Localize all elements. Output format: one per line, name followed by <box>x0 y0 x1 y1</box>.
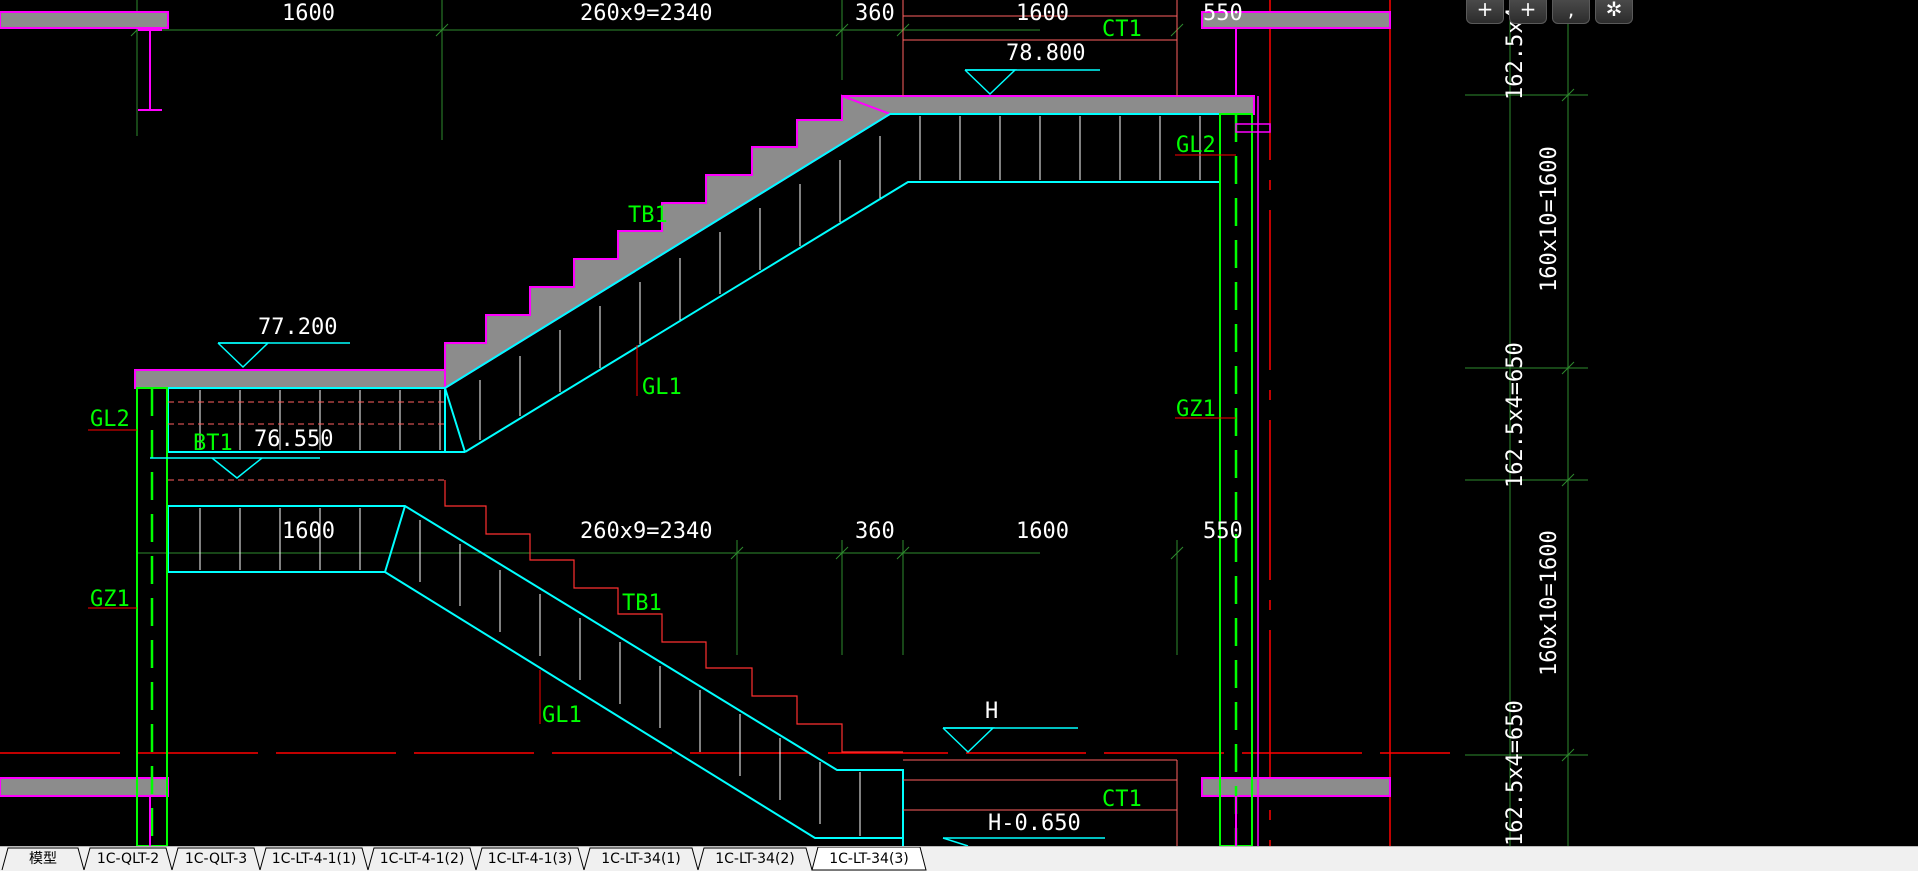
mid-dim-5: 550 <box>1203 519 1243 544</box>
label-gl2-left: GL2 <box>90 407 130 432</box>
mid-dim-1: 1600 <box>282 519 335 544</box>
right-dim-2: 160x10=1600 <box>1537 146 1562 292</box>
member-labels: CT1 GL2 TB1 GL1 GZ1 GL2 BT1 TB1 GZ1 GL1 … <box>90 17 1216 812</box>
elevation-texts: 78.800 77.200 76.550 H H-0.650 <box>254 41 1085 836</box>
pan-button[interactable]: + <box>1509 0 1547 24</box>
stair-section-drawing: 1600 260x9=2340 360 1600 550 1600 260x9=… <box>0 0 1588 846</box>
drawing-canvas[interactable]: 1600 260x9=2340 360 1600 550 1600 260x9=… <box>0 0 1918 846</box>
elevation-landing: 77.200 <box>258 315 337 340</box>
layout-tab-bar: 模型 1C-QLT-2 1C-QLT-3 1C-LT-4-1(1) 1C-LT-… <box>0 846 1918 871</box>
elevation-markers <box>150 69 1105 846</box>
top-dim-4: 1600 <box>1016 1 1069 26</box>
view-toolbar: + + , ✲ <box>1466 0 1633 24</box>
elevation-upper: 78.800 <box>1006 41 1085 66</box>
gear-icon: ✲ <box>1605 0 1623 21</box>
upper-stair-flight <box>444 94 893 390</box>
label-gz1-right: GZ1 <box>1176 397 1216 422</box>
label-tb1-lower: TB1 <box>622 591 662 616</box>
mid-dim-4: 1600 <box>1016 519 1069 544</box>
right-dim-5: 162.5x4=650 <box>1503 700 1528 846</box>
vertical-dimension-texts: 162.5x4 160x10=1600 162.5x4=650 160x10=1… <box>1503 7 1562 846</box>
comma-icon: , <box>1567 0 1575 21</box>
plus-icon: + <box>1476 0 1494 21</box>
label-gz1-left: GZ1 <box>90 587 130 612</box>
tab-1c-lt-4-1-1[interactable]: 1C-LT-4-1(1) <box>266 847 362 871</box>
label-gl1-upper: GL1 <box>642 375 682 400</box>
lower-flight-slab <box>167 505 904 846</box>
top-dim-3: 360 <box>855 1 895 26</box>
tab-1c-lt-4-1-3[interactable]: 1C-LT-4-1(3) <box>482 847 578 871</box>
dimension-texts: 1600 260x9=2340 360 1600 550 1600 260x9=… <box>282 1 1243 544</box>
tab-1c-lt-34-3[interactable]: 1C-LT-34(3) <box>818 847 920 871</box>
top-dim-5: 550 <box>1203 1 1243 26</box>
tab-1c-lt-34-2[interactable]: 1C-LT-34(2) <box>704 847 806 871</box>
snap-button[interactable]: , <box>1552 0 1590 24</box>
label-bt1: BT1 <box>193 431 233 456</box>
settings-button[interactable]: ✲ <box>1595 0 1633 24</box>
mid-dim-2: 260x9=2340 <box>580 519 712 544</box>
axis-lines <box>0 0 1450 846</box>
label-tb1-upper: TB1 <box>628 203 668 228</box>
top-dim-1: 1600 <box>282 1 335 26</box>
label-ct1-bottom: CT1 <box>1102 787 1142 812</box>
top-dim-2: 260x9=2340 <box>580 1 712 26</box>
label-gl2-right: GL2 <box>1176 133 1216 158</box>
elevation-ground: H <box>985 699 998 724</box>
tab-1c-lt-34-1[interactable]: 1C-LT-34(1) <box>590 847 692 871</box>
right-dim-4: 160x10=1600 <box>1537 530 1562 676</box>
elevation-beam: 76.550 <box>254 427 333 452</box>
label-gl1-lower: GL1 <box>542 703 582 728</box>
label-ct1-top: CT1 <box>1102 17 1142 42</box>
tab-1c-qlt-3[interactable]: 1C-QLT-3 <box>178 847 254 871</box>
tab-model[interactable]: 模型 <box>8 847 78 871</box>
mid-dim-3: 360 <box>855 519 895 544</box>
right-dim-3: 162.5x4=650 <box>1503 342 1528 488</box>
tab-1c-qlt-2[interactable]: 1C-QLT-2 <box>90 847 166 871</box>
upper-flight-hatch <box>199 116 1201 450</box>
zoom-in-button[interactable]: + <box>1466 0 1504 24</box>
elevation-below: H-0.650 <box>988 811 1081 836</box>
upper-flight-slab <box>167 113 1220 453</box>
tab-1c-lt-4-1-2[interactable]: 1C-LT-4-1(2) <box>374 847 470 871</box>
steel-column-icon <box>138 29 162 111</box>
plus-icon: + <box>1519 0 1537 21</box>
